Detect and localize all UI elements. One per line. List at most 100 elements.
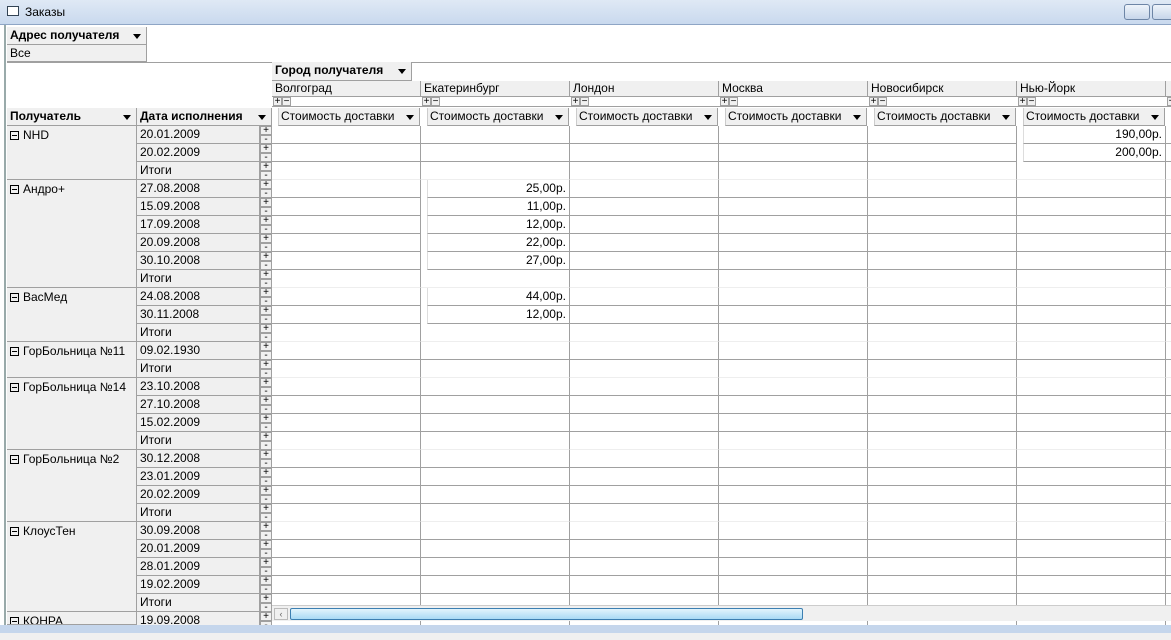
collapse-group-icon[interactable] <box>10 131 19 140</box>
date-cell[interactable]: 20.01.2009 <box>137 126 260 144</box>
recipient-group[interactable]: КОНРА <box>7 612 137 625</box>
filter-field-address[interactable]: Адрес получателя <box>7 27 147 45</box>
date-cell[interactable]: 15.02.2009 <box>137 414 260 432</box>
row-field-date[interactable]: Дата исполнения <box>137 108 272 126</box>
date-cell[interactable]: 30.11.2008 <box>137 306 260 324</box>
recipient-group[interactable]: КлоусТен <box>7 522 137 612</box>
date-cell[interactable]: 28.01.2009 <box>137 558 260 576</box>
totals-label[interactable]: Итоги <box>137 162 260 180</box>
value-cell: 44,00р. <box>427 288 570 306</box>
recipient-name: КОНРА <box>23 614 64 625</box>
expand-icon[interactable]: + <box>1018 97 1027 107</box>
collapse-icon[interactable]: − <box>431 97 440 107</box>
date-cell[interactable]: 20.01.2009 <box>137 540 260 558</box>
empty-cell <box>570 342 719 360</box>
expand-icon[interactable]: + <box>869 97 878 107</box>
date-cell[interactable]: 17.09.2008 <box>137 216 260 234</box>
measure-field[interactable]: Стоимость доставки <box>278 108 420 126</box>
recipient-group[interactable]: ГорБольница №14 <box>7 378 137 450</box>
city-header[interactable]: Нью-Йорк <box>1017 81 1166 97</box>
date-cell[interactable]: 23.10.2008 <box>137 378 260 396</box>
collapse-group-icon[interactable] <box>10 617 19 624</box>
filter-value[interactable]: Все <box>7 45 147 62</box>
date-cell[interactable]: 09.02.1930 <box>137 342 260 360</box>
date-cell[interactable]: 15.09.2008 <box>137 198 260 216</box>
recipient-group[interactable]: ГорБольница №2 <box>7 450 137 522</box>
collapse-icon[interactable]: − <box>1027 97 1036 107</box>
window-bottom-border <box>0 625 1171 633</box>
empty-cell <box>1166 162 1171 180</box>
empty-cell <box>868 396 1017 414</box>
expand-icon[interactable]: + <box>1167 97 1171 107</box>
measure-field[interactable]: Стоимость доставки <box>874 108 1016 126</box>
totals-label[interactable]: Итоги <box>137 504 260 522</box>
recipient-group[interactable]: ГорБольница №11 <box>7 342 137 378</box>
collapse-group-icon[interactable] <box>10 293 19 302</box>
collapse-group-icon[interactable] <box>10 347 19 356</box>
expand-icon[interactable]: + <box>571 97 580 107</box>
date-cell[interactable]: 20.09.2008 <box>137 234 260 252</box>
date-cell[interactable]: 19.02.2009 <box>137 576 260 594</box>
scroll-left-icon[interactable]: ‹ <box>274 608 288 620</box>
date-cell[interactable]: 27.10.2008 <box>137 396 260 414</box>
collapse-group-icon[interactable] <box>10 455 19 464</box>
empty-cell <box>421 324 570 342</box>
collapse-icon[interactable]: − <box>580 97 589 107</box>
expand-icon[interactable]: + <box>273 97 282 107</box>
measure-label: Стоимость доставки <box>877 109 991 123</box>
measure-field[interactable]: Стоимость доставки <box>725 108 867 126</box>
dropdown-arrow-icon <box>133 34 141 39</box>
measure-field[interactable]: Стоимость доставки <box>576 108 718 126</box>
empty-cell <box>719 450 868 468</box>
collapse-icon[interactable]: − <box>878 97 887 107</box>
city-header[interactable]: Лондон <box>570 81 719 97</box>
empty-cell <box>1017 234 1166 252</box>
recipient-group[interactable]: ВасМед <box>7 288 137 342</box>
expand-icon[interactable]: + <box>720 97 729 107</box>
date-cell[interactable]: 27.08.2008 <box>137 180 260 198</box>
collapse-group-icon[interactable] <box>10 185 19 194</box>
expand-icon[interactable]: + <box>422 97 431 107</box>
measure-field[interactable]: Стоимость доставки <box>427 108 569 126</box>
date-cell[interactable]: 20.02.2009 <box>137 486 260 504</box>
row-field-recipient[interactable]: Получатель <box>7 108 137 126</box>
collapse-icon[interactable]: − <box>729 97 738 107</box>
date-cell[interactable]: 20.02.2009 <box>137 144 260 162</box>
collapse-group-icon[interactable] <box>10 527 19 536</box>
empty-cell <box>719 306 868 324</box>
empty-cell <box>272 576 421 594</box>
totals-label[interactable]: Итоги <box>137 594 260 612</box>
measure-field[interactable]: Стоимость доставки <box>1023 108 1165 126</box>
empty-cell <box>1166 180 1171 198</box>
empty-cell <box>1166 522 1171 540</box>
empty-cell <box>719 486 868 504</box>
empty-cell <box>868 414 1017 432</box>
city-header[interactable]: Волгоград <box>272 81 421 97</box>
date-cell[interactable]: 23.01.2009 <box>137 468 260 486</box>
collapse-icon[interactable]: − <box>282 97 291 107</box>
column-field-city[interactable]: Город получателя <box>272 62 412 81</box>
scrollbar-thumb[interactable] <box>290 608 803 620</box>
city-header[interactable]: Новосибирск <box>868 81 1017 97</box>
totals-label[interactable]: Итоги <box>137 324 260 342</box>
city-header[interactable]: Екатеринбург <box>421 81 570 97</box>
date-cell[interactable]: 30.09.2008 <box>137 522 260 540</box>
horizontal-scrollbar[interactable]: ‹ <box>272 605 1171 621</box>
totals-label[interactable]: Итоги <box>137 270 260 288</box>
empty-cell <box>719 414 868 432</box>
city-header[interactable] <box>1166 81 1171 97</box>
empty-cell <box>1017 396 1166 414</box>
empty-cell <box>272 450 421 468</box>
empty-cell <box>570 432 719 450</box>
empty-cell <box>868 234 1017 252</box>
recipient-group[interactable]: Андро+ <box>7 180 137 288</box>
collapse-group-icon[interactable] <box>10 383 19 392</box>
empty-cell <box>719 360 868 378</box>
totals-label[interactable]: Итоги <box>137 360 260 378</box>
city-header[interactable]: Москва <box>719 81 868 97</box>
recipient-group[interactable]: NHD <box>7 126 137 180</box>
totals-label[interactable]: Итоги <box>137 432 260 450</box>
date-cell[interactable]: 30.12.2008 <box>137 450 260 468</box>
date-cell[interactable]: 30.10.2008 <box>137 252 260 270</box>
date-cell[interactable]: 24.08.2008 <box>137 288 260 306</box>
